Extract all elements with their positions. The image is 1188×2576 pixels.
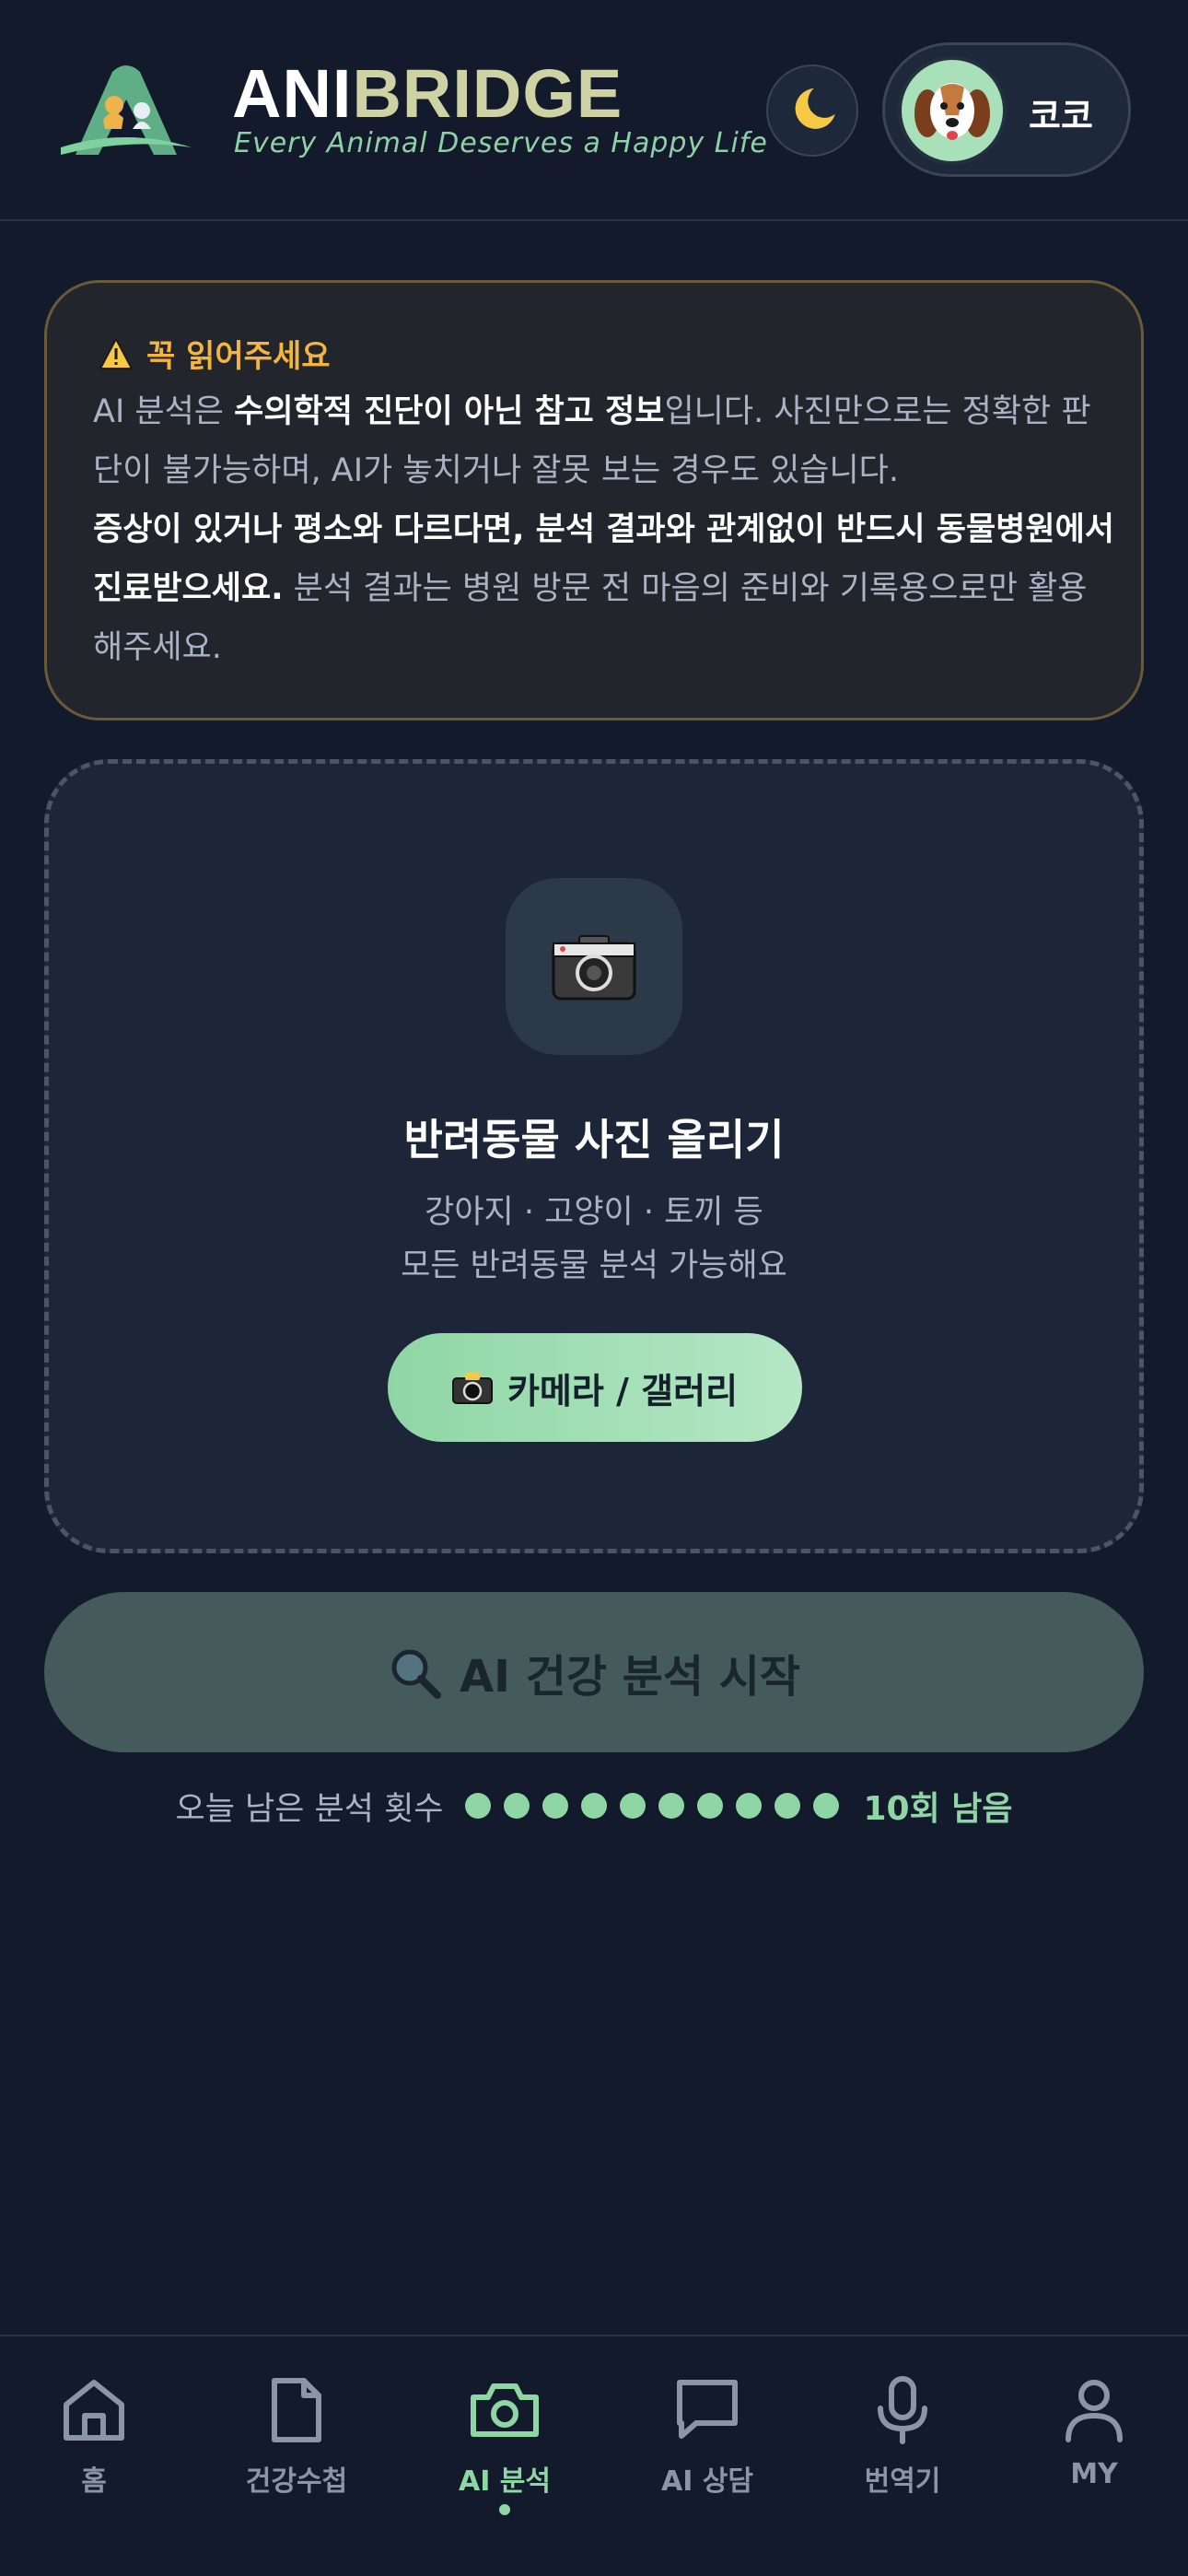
disclaimer-body: AI 분석은 수의학적 진단이 아닌 참고 정보입니다. 사진만으로는 정확한 … [93, 382, 1115, 677]
nav-label: 건강수첩 [245, 2465, 348, 2498]
nav-label: AI 상담 [660, 2465, 754, 2498]
dog-face-icon [914, 83, 990, 140]
warning-icon [99, 336, 134, 369]
camera-icon [552, 935, 636, 1001]
disclaimer-paragraph-1: AI 분석은 수의학적 진단이 아닌 참고 정보입니다. 사진만으로는 정확한 … [93, 382, 1115, 500]
bottom-navigation: 홈 건강수첩 AI 분석 AI 상담 번역기 MY [0, 2335, 1188, 2576]
quota-dot [542, 1793, 569, 1819]
nav-label: AI 분석 [458, 2465, 552, 2498]
upload-subtitle-line1: 강아지 · 고양이 · 토끼 등 [425, 1194, 763, 1231]
upload-title: 반려동물 사진 올리기 [403, 1115, 785, 1165]
disclaimer-title: 꼭 읽어주세요 [99, 331, 331, 376]
quota-dot [504, 1793, 530, 1819]
app-header: ANIBRIDGE Every Animal Deserves a Happy … [0, 0, 1188, 221]
quota-dots [465, 1793, 840, 1819]
camera-flash-icon [451, 1373, 493, 1404]
profile-chip[interactable]: 코코 [882, 42, 1131, 177]
quota-count: 10회 남음 [863, 1790, 1013, 1828]
quota-dot [581, 1793, 608, 1819]
quota-dot [736, 1793, 763, 1819]
nav-label: MY [1070, 2458, 1118, 2490]
nav-item-health-notebook[interactable]: 건강수첩 [214, 2373, 379, 2539]
user-icon [1066, 2380, 1123, 2442]
profile-name: 코코 [1029, 96, 1093, 136]
magnifier-icon [391, 1649, 441, 1699]
theme-toggle-button[interactable] [766, 64, 858, 157]
quota-dot [658, 1793, 685, 1819]
upload-subtitle-line2: 모든 반려동물 분석 가능해요 [401, 1247, 787, 1284]
disclaimer-title-text: 꼭 읽어주세요 [146, 338, 331, 375]
camera-icon [471, 2383, 539, 2437]
photo-upload-dropzone[interactable]: 반려동물 사진 올리기 강아지 · 고양이 · 토끼 등 모든 반려동물 분석 … [44, 759, 1144, 1553]
pet-avatar [898, 56, 1007, 165]
quota-dot [813, 1793, 840, 1819]
home-icon [64, 2380, 124, 2441]
camera-gallery-label: 카메라 / 갤러리 [507, 1370, 739, 1411]
nav-item-ai-analysis[interactable]: AI 분석 [422, 2373, 588, 2539]
disclaimer-text: AI 분석은 [93, 393, 235, 430]
anibridge-logo [61, 65, 192, 155]
disclaimer-card: 꼭 읽어주세요 AI 분석은 수의학적 진단이 아닌 참고 정보입니다. 사진만… [44, 280, 1144, 720]
nav-label: 홈 [81, 2465, 107, 2498]
nav-item-home[interactable]: 홈 [11, 2373, 177, 2539]
chat-icon [677, 2380, 738, 2439]
brand-name-part2: BRIDGE [352, 55, 623, 132]
active-indicator-dot [499, 2504, 510, 2515]
nav-item-ai-chat[interactable]: AI 상담 [624, 2373, 790, 2539]
quota-dot [775, 1793, 801, 1819]
brand-tagline: Every Animal Deserves a Happy Life [234, 127, 768, 159]
brand-name: ANIBRIDGE [232, 57, 623, 131]
nav-label: 번역기 [864, 2465, 941, 2498]
nav-item-translator[interactable]: 번역기 [820, 2373, 985, 2539]
disclaimer-emphasis: 수의학적 진단이 아닌 참고 정보 [234, 393, 665, 430]
quota-dot [697, 1793, 724, 1819]
moon-icon [795, 88, 835, 129]
disclaimer-paragraph-2: 증상이 있거나 평소와 다르다면, 분석 결과와 관계없이 반드시 동물병원에서… [93, 500, 1115, 677]
document-icon [272, 2378, 321, 2442]
nav-item-my[interactable]: MY [1011, 2373, 1177, 2539]
daily-quota: 오늘 남은 분석 횟수 10회 남음 [0, 1778, 1188, 1833]
quota-dot [465, 1793, 492, 1819]
upload-camera-tile [506, 878, 682, 1055]
quota-dot [620, 1793, 646, 1819]
camera-gallery-button[interactable]: 카메라 / 갤러리 [388, 1333, 802, 1442]
start-analysis-button[interactable]: AI 건강 분석 시작 [44, 1592, 1144, 1752]
start-analysis-label: AI 건강 분석 시작 [459, 1651, 801, 1703]
microphone-icon [878, 2376, 927, 2444]
quota-label: 오늘 남은 분석 횟수 [175, 1790, 444, 1828]
brand-name-part1: ANI [232, 55, 353, 132]
